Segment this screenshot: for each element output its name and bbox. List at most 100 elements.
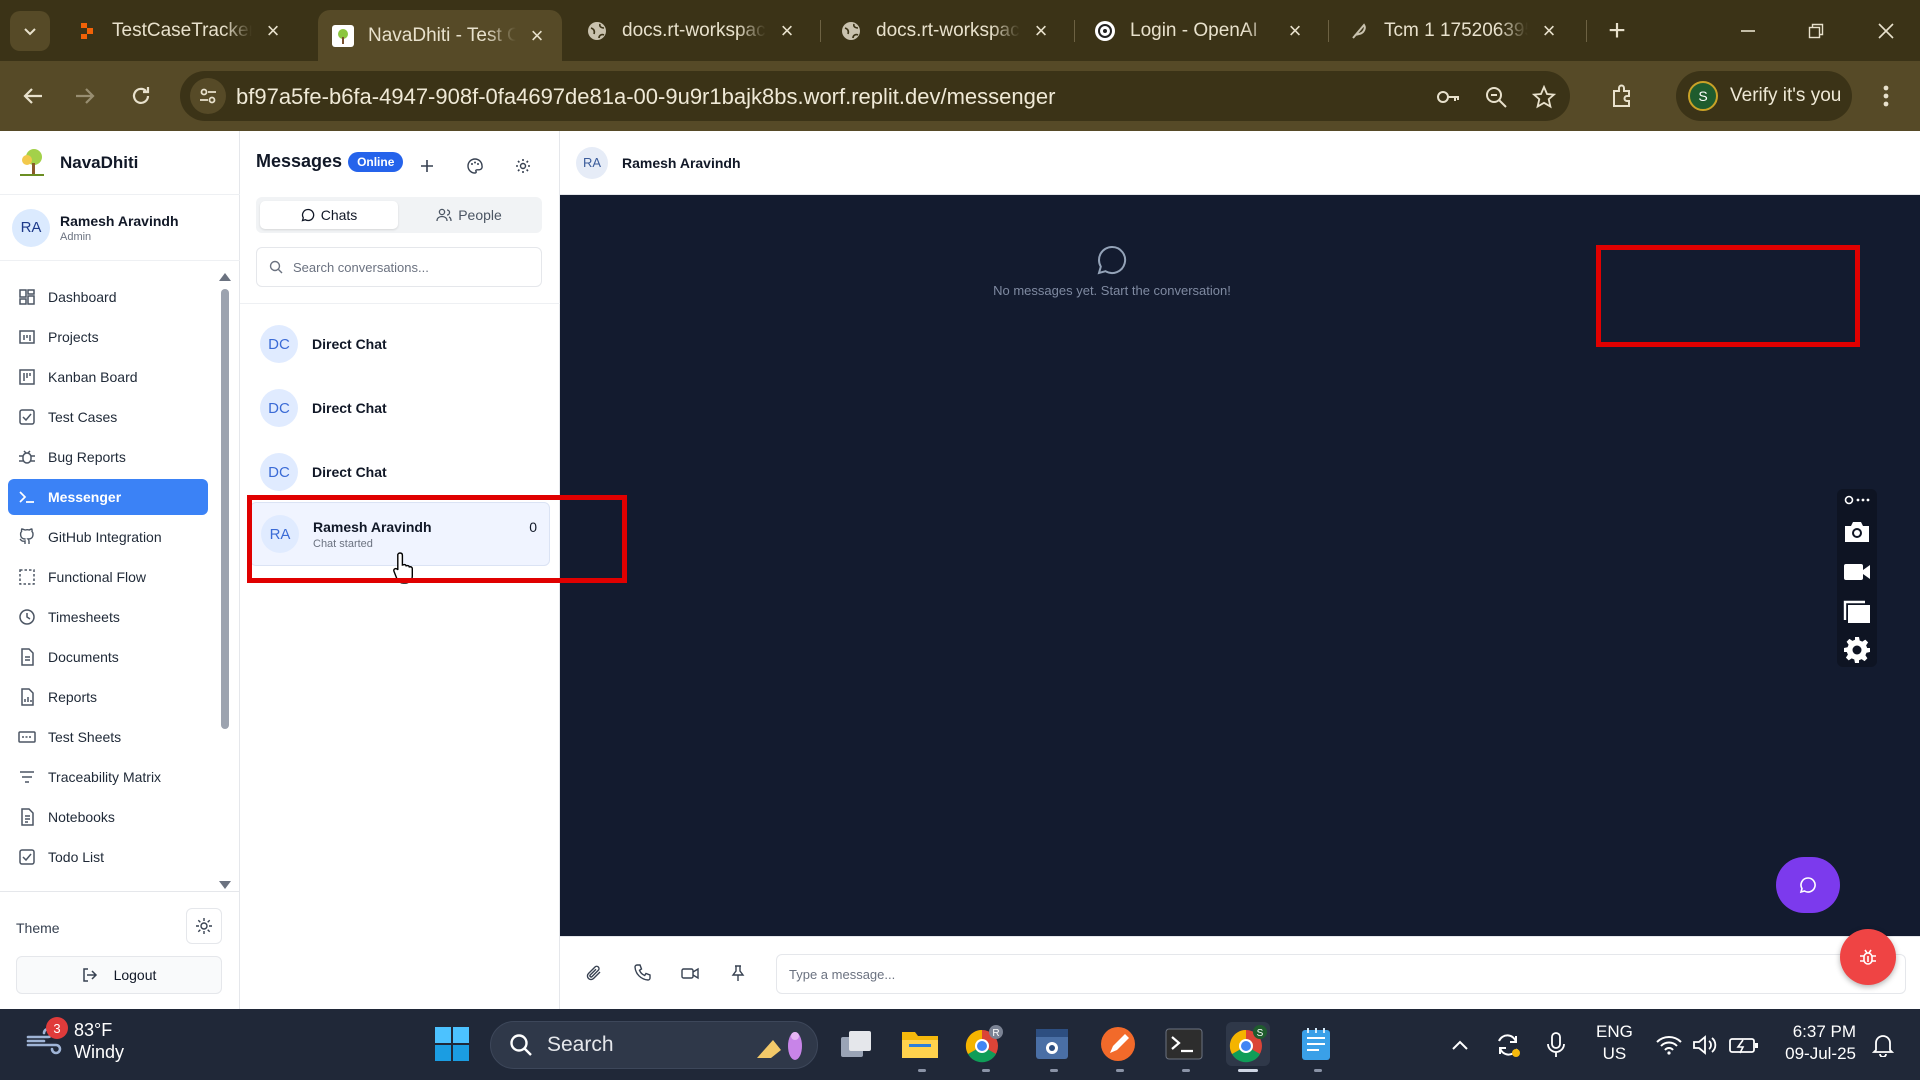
feather-icon [1348,20,1370,42]
notepad-icon[interactable] [1294,1022,1338,1066]
scrollbar-thumb[interactable] [221,289,229,729]
message-input[interactable]: Type a message... [776,954,1906,994]
password-key-icon[interactable] [1434,83,1462,111]
microphone-icon[interactable] [1542,1025,1570,1065]
new-chat-button[interactable] [416,155,438,177]
conversation-item[interactable]: DC Direct Chat [250,312,550,376]
system-clock[interactable]: 6:37 PM 09-Jul-25 [1770,1021,1856,1065]
language-indicator[interactable]: ENG US [1596,1021,1633,1065]
sidebar-item-traceability[interactable]: Traceability Matrix [8,759,208,795]
chrome-profile-r-icon[interactable]: R [962,1022,1006,1066]
phone-icon[interactable] [630,961,654,985]
tab-people[interactable]: People [400,201,538,229]
browser-tab-active[interactable]: NavaDhiti - Test Ca × [318,10,562,61]
profile-verify-button[interactable]: S Verify it's you [1676,71,1852,121]
browser-tab[interactable]: docs.rt-workspace × [826,8,1066,54]
browser-menu-button[interactable] [1870,77,1902,115]
sync-icon[interactable] [1492,1025,1524,1065]
taskbar-search[interactable]: Search [490,1021,818,1069]
sidebar-item-test-sheets[interactable]: Test Sheets [8,719,208,755]
windows-start-icon[interactable] [430,1022,474,1066]
search-conversations-input[interactable]: Search conversations... [256,247,542,287]
close-tab-icon[interactable]: × [776,18,798,43]
sidebar-item-messenger[interactable]: Messenger [8,479,208,515]
forward-button[interactable] [66,77,104,115]
close-tab-icon[interactable]: × [1284,18,1306,43]
logout-button[interactable]: Logout [16,956,222,994]
sidebar-item-reports[interactable]: Reports [8,679,208,715]
browser-tab[interactable]: TestCaseTracker - R × [62,8,298,54]
browser-tab[interactable]: Login - OpenAI × [1080,8,1320,54]
show-hidden-icons-chevron-up-icon[interactable] [1446,1025,1474,1065]
weather-widget[interactable]: 3 83°F Windy [24,1017,124,1063]
sidebar-item-test-cases[interactable]: Test Cases [8,399,208,435]
browser-tab[interactable]: docs.rt-workspace × [572,8,812,54]
palette-button[interactable] [464,155,486,177]
screen-share-icon[interactable] [1842,597,1872,627]
app-window-icon[interactable] [1030,1022,1074,1066]
tab-title: NavaDhiti - Test Ca [368,24,516,46]
close-tab-icon[interactable]: × [526,23,548,48]
gear-icon[interactable] [1842,635,1872,665]
video-camera-icon[interactable] [1842,557,1872,587]
battery-icon[interactable] [1728,1025,1760,1065]
sidebar-item-github[interactable]: GitHub Integration [8,519,208,555]
reload-icon [132,87,150,104]
sidebar-item-notebooks[interactable]: Notebooks [8,799,208,835]
close-tab-icon[interactable]: × [1538,18,1560,43]
tab-title: docs.rt-workspace [876,20,1020,41]
volume-icon[interactable] [1690,1025,1720,1065]
tab-search-button[interactable] [10,11,50,51]
zoom-icon[interactable] [1482,83,1510,111]
sidebar-item-projects[interactable]: Projects [8,319,208,355]
sidebar-item-label: Documents [48,649,119,665]
restore-button[interactable] [1782,0,1850,61]
sidebar-item-kanban[interactable]: Kanban Board [8,359,208,395]
clock-date: 09-Jul-25 [1785,1044,1856,1063]
task-view-icon[interactable] [834,1022,878,1066]
url-text[interactable]: bf97a5fe-b6fa-4947-908f-0fa4697de81a-00-… [236,84,1055,110]
sidebar-item-documents[interactable]: Documents [8,639,208,675]
camera-icon[interactable] [1842,517,1872,547]
file-explorer-icon[interactable] [898,1022,942,1066]
attach-icon[interactable] [582,961,606,985]
chat-fab-button[interactable] [1776,857,1840,913]
sidebar-item-functional-flow[interactable]: Functional Flow [8,559,208,595]
more-options-icon[interactable] [1842,491,1872,509]
video-call-icon[interactable] [678,961,702,985]
close-window-button[interactable] [1852,0,1920,61]
new-tab-button[interactable]: + [1600,14,1634,48]
globe-icon [586,20,608,42]
close-tab-icon[interactable]: × [1030,18,1052,43]
minimize-button[interactable] [1714,0,1782,61]
bookmark-star-icon[interactable] [1530,83,1558,111]
sidebar-item-dashboard[interactable]: Dashboard [8,279,208,315]
back-button[interactable] [14,77,52,115]
theme-toggle-button[interactable] [186,908,222,944]
sidebar-scrollbar[interactable] [218,271,232,891]
notification-bell-icon[interactable] [1868,1025,1898,1065]
brand[interactable]: NavaDhiti [0,131,240,195]
terminal-app-icon[interactable] [1162,1022,1206,1066]
omnibox[interactable]: bf97a5fe-b6fa-4947-908f-0fa4697de81a-00-… [180,71,1570,121]
weather-temp: 83°F [74,1020,113,1040]
user-profile[interactable]: RA Ramesh Aravindh Admin [0,195,240,261]
extensions-puzzle-icon[interactable] [1604,77,1642,115]
todo-icon [16,846,38,868]
sidebar-item-todo[interactable]: Todo List [8,839,208,875]
empty-state: No messages yet. Start the conversation! [560,243,1664,298]
tab-chats[interactable]: Chats [260,201,398,229]
pin-icon[interactable] [726,961,750,985]
conversation-item[interactable]: DC Direct Chat [250,376,550,440]
pen-app-icon[interactable] [1096,1022,1140,1066]
sidebar-item-bug-reports[interactable]: Bug Reports [8,439,208,475]
messages-settings-button[interactable] [512,155,534,177]
bug-report-fab[interactable] [1840,929,1896,985]
chrome-active-icon[interactable]: S [1226,1022,1270,1066]
site-info-icon[interactable] [190,78,226,114]
browser-tab[interactable]: Tcm 1 1752063954 × [1334,8,1574,54]
wifi-icon[interactable] [1654,1025,1684,1065]
sidebar-item-timesheets[interactable]: Timesheets [8,599,208,635]
reload-button[interactable] [122,77,160,115]
close-tab-icon[interactable]: × [262,18,284,43]
